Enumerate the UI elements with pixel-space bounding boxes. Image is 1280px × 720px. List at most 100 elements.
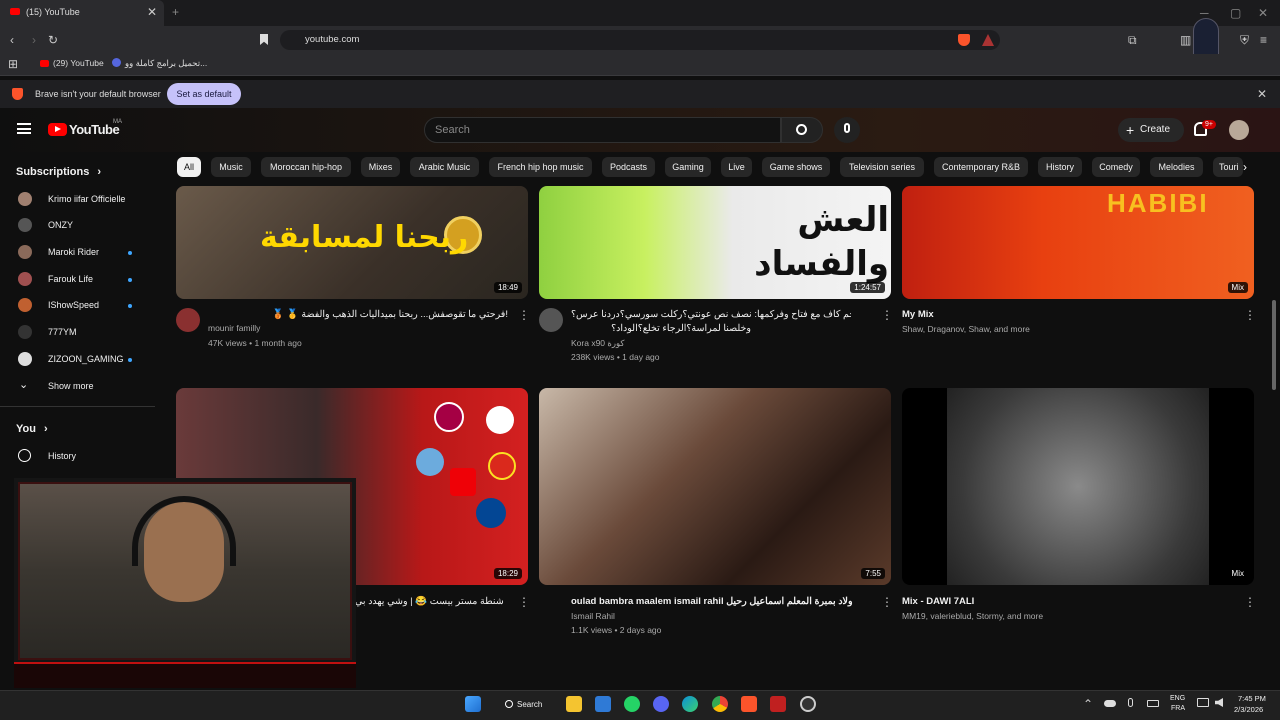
- subscription-item[interactable]: Maroki Rider: [0, 239, 155, 265]
- hamburger-menu-icon[interactable]: [17, 123, 31, 134]
- video-title[interactable]: Mix - DAWI 7ALI: [902, 595, 974, 608]
- create-button[interactable]: + Create: [1118, 118, 1184, 142]
- search-button[interactable]: [781, 117, 823, 143]
- windows-start-icon[interactable]: [465, 696, 481, 712]
- chip-melodies[interactable]: Melodies: [1150, 157, 1203, 177]
- chip-gaming[interactable]: Gaming: [665, 157, 711, 177]
- channel-name[interactable]: Ismail Rahil: [571, 610, 615, 623]
- discord-icon[interactable]: [653, 696, 669, 712]
- subscription-item[interactable]: ONZY: [0, 212, 155, 238]
- chip-comedy[interactable]: Comedy: [1092, 157, 1140, 177]
- new-tab-icon[interactable]: +: [172, 5, 179, 19]
- back-icon[interactable]: ‹: [10, 33, 14, 47]
- video-title[interactable]: My Mix: [902, 308, 934, 321]
- chip-arabic-music[interactable]: Arabic Music: [410, 157, 479, 177]
- avatar: [18, 352, 32, 366]
- chip-all[interactable]: All: [177, 157, 201, 177]
- subscription-item[interactable]: Krimo iifar Officielle: [0, 186, 155, 212]
- chip-contemporary-rnb[interactable]: Contemporary R&B: [934, 157, 1028, 177]
- you-heading[interactable]: You ›: [16, 423, 48, 435]
- chip-podcasts[interactable]: Podcasts: [602, 157, 655, 177]
- chip-music[interactable]: Music: [211, 157, 251, 177]
- chip-touring[interactable]: Touri: [1213, 157, 1243, 177]
- window-close-icon[interactable]: ✕: [1258, 6, 1268, 20]
- bookmark-youtube[interactable]: (29) YouTube: [53, 58, 104, 68]
- video-title[interactable]: قصة شنطة مستر بيست 😂 | وشي يهدد بي: [355, 595, 503, 608]
- video-thumbnail[interactable]: ربحنا لمسابقة 18:49: [176, 186, 528, 299]
- video-thumbnail[interactable]: Mix: [902, 388, 1254, 585]
- forward-icon[interactable]: ›: [32, 33, 36, 47]
- sidebar-toggle-icon[interactable]: ▥: [1180, 33, 1191, 47]
- sidebar-item-history[interactable]: History: [0, 443, 155, 469]
- video-title[interactable]: oulad bambra maalem ismail rahil ولاد بم…: [571, 595, 853, 608]
- brave-shield-icon[interactable]: [958, 34, 970, 46]
- subscriptions-heading[interactable]: Subscriptions ›: [16, 166, 101, 178]
- tab-youtube[interactable]: (15) YouTube ✕: [0, 0, 164, 26]
- chip-game-shows[interactable]: Game shows: [762, 157, 830, 177]
- overlay-bottom-bar: [14, 662, 356, 688]
- bookmark-programs[interactable]: تحميل برامج كاملة وو...: [125, 58, 207, 69]
- set-as-default-button[interactable]: Set as default: [167, 83, 241, 105]
- subscription-item[interactable]: IShowSpeed: [0, 292, 155, 318]
- file-explorer-icon[interactable]: [566, 696, 582, 712]
- vpn-shield-icon[interactable]: ⛨: [1240, 33, 1249, 47]
- whatsapp-icon[interactable]: [624, 696, 640, 712]
- keyboard-icon[interactable]: [1147, 700, 1159, 707]
- reload-icon[interactable]: ↻: [48, 33, 58, 47]
- brave-icon[interactable]: [741, 696, 757, 712]
- chevron-right-icon: ›: [97, 166, 102, 178]
- avatar[interactable]: [539, 308, 563, 332]
- network-icon[interactable]: [1197, 698, 1209, 707]
- avatar[interactable]: [1229, 120, 1249, 140]
- url-field[interactable]: youtube.com: [280, 30, 1000, 50]
- page-scrollbar[interactable]: [1272, 300, 1276, 390]
- chip-television-series[interactable]: Television series: [840, 157, 924, 177]
- infobar-close-icon[interactable]: ✕: [1257, 87, 1267, 101]
- chips-next-icon[interactable]: ›: [1243, 160, 1247, 174]
- maximize-icon[interactable]: ▢: [1230, 6, 1241, 20]
- tray-overflow-icon[interactable]: ⌃: [1083, 697, 1093, 711]
- avatar[interactable]: [176, 308, 200, 332]
- chrome-icon[interactable]: [712, 696, 728, 712]
- channel-name[interactable]: Kora x90 كورة: [571, 337, 624, 350]
- extensions-icon[interactable]: ⧉: [1128, 33, 1137, 47]
- edge-icon[interactable]: [682, 696, 698, 712]
- more-options-icon[interactable]: ⋮: [518, 595, 530, 609]
- chip-moroccan-hip-hop[interactable]: Moroccan hip-hop: [261, 157, 351, 177]
- more-options-icon[interactable]: ⋮: [1244, 595, 1256, 609]
- language-eng[interactable]: ENG: [1170, 695, 1185, 702]
- chip-french-hip-hop[interactable]: French hip hop music: [489, 157, 592, 177]
- chip-history[interactable]: History: [1038, 157, 1082, 177]
- channel-name[interactable]: mounir familly: [208, 322, 260, 335]
- taskbar-time[interactable]: 7:45 PM: [1238, 694, 1266, 703]
- menu-icon[interactable]: ≡: [1260, 33, 1267, 47]
- duration-badge: 1:24:57: [850, 282, 885, 293]
- video-thumbnail[interactable]: 7:55: [539, 388, 891, 585]
- subscription-item[interactable]: 777YM: [0, 319, 155, 345]
- video-thumbnail[interactable]: العش والفساد 1:24:57: [539, 186, 891, 299]
- video-editor-icon[interactable]: [770, 696, 786, 712]
- search-input[interactable]: Search: [424, 117, 781, 143]
- subscription-item[interactable]: ZIZOON_GAMING: [0, 346, 155, 372]
- subscription-item[interactable]: Farouk Life: [0, 266, 155, 292]
- tab-close-icon[interactable]: ✕: [147, 5, 157, 19]
- youtube-logo[interactable]: YouTube MA: [48, 119, 128, 139]
- club-crest-icon: [486, 406, 514, 434]
- taskbar-search[interactable]: Search: [496, 696, 552, 714]
- voice-search-button[interactable]: [834, 117, 860, 143]
- more-options-icon[interactable]: ⋮: [1244, 308, 1256, 322]
- show-more-button[interactable]: ⌄ Show more: [0, 373, 155, 399]
- apps-grid-icon[interactable]: ⊞: [8, 57, 18, 71]
- cloud-icon[interactable]: [1104, 700, 1116, 707]
- chip-mixes[interactable]: Mixes: [361, 157, 400, 177]
- more-options-icon[interactable]: ⋮: [881, 308, 893, 322]
- video-title[interactable]: يورزوق هاجم كاف مع فتاح وفركمها: نصف نص …: [571, 308, 851, 321]
- chip-live[interactable]: Live: [721, 157, 752, 177]
- video-title[interactable]: 🥉 🥇 فرحتي ما تقوصفش... ربحنا بميداليات ا…: [208, 308, 508, 321]
- more-options-icon[interactable]: ⋮: [881, 595, 893, 609]
- store-icon[interactable]: [595, 696, 611, 712]
- microphone-icon[interactable]: [1128, 698, 1133, 707]
- video-thumbnail[interactable]: HABIBI Mix: [902, 186, 1254, 299]
- more-options-icon[interactable]: ⋮: [518, 308, 530, 322]
- obs-icon[interactable]: [800, 696, 816, 712]
